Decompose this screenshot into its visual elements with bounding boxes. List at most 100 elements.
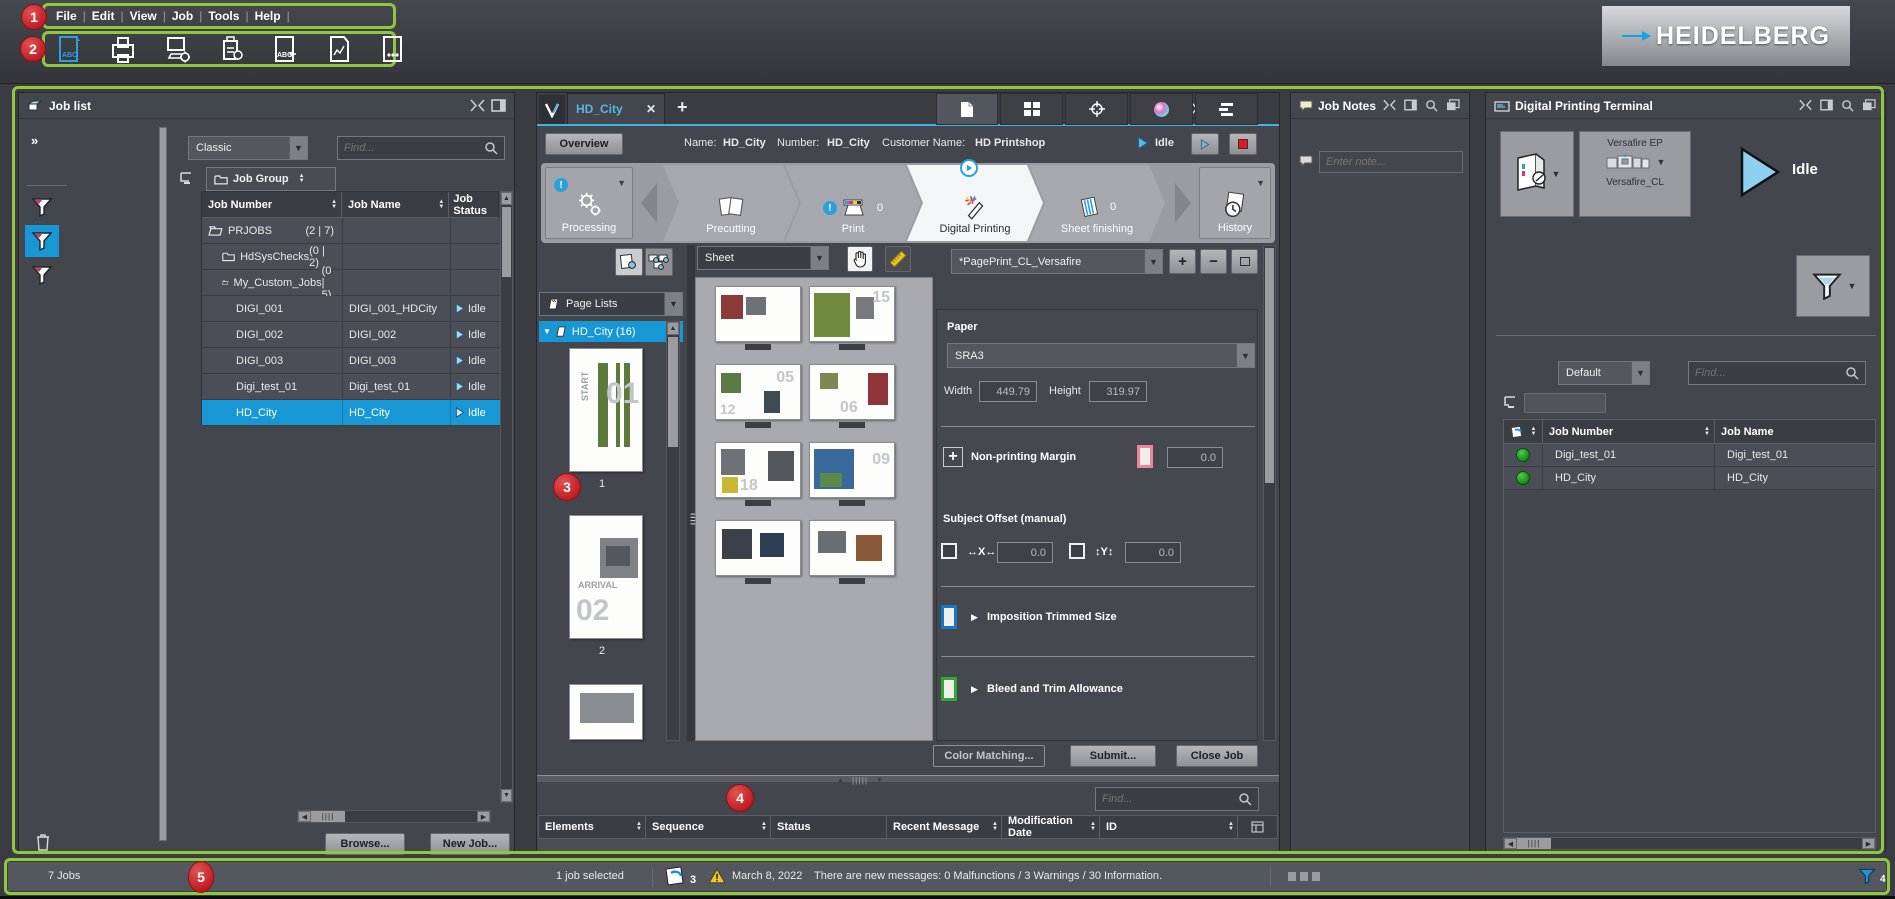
- col-elements[interactable]: Elements▲▼: [539, 816, 645, 838]
- job-row-digi-test-01[interactable]: Digi_test_01 Digi_test_01 Idle: [202, 374, 500, 400]
- tab-hd-city[interactable]: HD_City ✕: [567, 93, 665, 124]
- job-row-prjobs[interactable]: PRJOBS(2 | 7): [202, 218, 500, 244]
- device-settings-icon[interactable]: [218, 35, 244, 65]
- new-tab-button[interactable]: +: [677, 97, 688, 118]
- remove-preset-button[interactable]: −: [1200, 249, 1227, 274]
- margin-color-swatch[interactable]: [1137, 445, 1153, 468]
- terminal-row-digi-test-01[interactable]: Digi_test_01 Digi_test_01: [1504, 444, 1875, 467]
- filter-all-icon[interactable]: [30, 195, 54, 224]
- menu-job[interactable]: Job: [166, 9, 199, 23]
- terminal-row-hd-city[interactable]: HD_City HD_City: [1504, 467, 1875, 490]
- sheet-thumbnail[interactable]: 05 12: [715, 364, 801, 420]
- tab-paper-settings[interactable]: [936, 93, 998, 125]
- sheet-canvas[interactable]: 15 05 12 06 18: [695, 277, 933, 741]
- inspector-scrollbar[interactable]: [1263, 245, 1276, 741]
- terminal-find-input[interactable]: [1695, 367, 1845, 379]
- group-ghost-box[interactable]: [1524, 393, 1606, 413]
- terminal-find-box[interactable]: [1688, 361, 1866, 385]
- job-find-input[interactable]: [344, 142, 484, 154]
- enter-note-input[interactable]: [1326, 156, 1456, 168]
- workflow-sheet-finishing-step[interactable]: 0 Sheet finishing: [1029, 165, 1165, 241]
- workflow-print-step[interactable]: ! 0 Print: [785, 165, 921, 241]
- terminal-hscrollbar[interactable]: ◀ |||| ▶: [1503, 837, 1876, 850]
- workflow-scroll-right-icon[interactable]: [1175, 183, 1191, 223]
- single-page-view-button[interactable]: [615, 248, 643, 276]
- page-thumbnail-2[interactable]: 02 ARRIVAL: [569, 515, 643, 639]
- job-list-icon[interactable]: ABC: [56, 35, 82, 65]
- page-list-scrollbar[interactable]: ▲: [666, 321, 680, 741]
- page-thumbnail-3[interactable]: [569, 684, 643, 740]
- job-row-hd-city-selected[interactable]: HD_City HD_City Idle: [202, 400, 500, 426]
- close-job-button[interactable]: Close Job: [1176, 745, 1258, 767]
- offset-x-checkbox[interactable]: [941, 543, 957, 559]
- cascade-windows-icon[interactable]: [1446, 99, 1461, 112]
- job-table-hscrollbar[interactable]: ◀ |||| ▶: [297, 810, 491, 823]
- expand-sidebar-button[interactable]: »: [31, 133, 38, 148]
- col-job-name[interactable]: Job Name▲▼: [341, 192, 448, 217]
- collapse-panel-icon[interactable]: [1383, 99, 1398, 112]
- sheet-thumbnail[interactable]: 15: [809, 286, 895, 342]
- printer-queue-icon[interactable]: [110, 35, 136, 65]
- col-terminal-job-number[interactable]: Job Number▲▼: [1542, 420, 1714, 443]
- pan-hand-button[interactable]: [847, 246, 873, 272]
- report-document-icon[interactable]: [326, 35, 352, 65]
- preset-dropdown[interactable]: *PagePrint_CL_Versafire ▼: [951, 249, 1163, 274]
- add-preset-button[interactable]: +: [1169, 249, 1196, 274]
- browse-button[interactable]: Browse...: [325, 833, 405, 855]
- offset-y-field[interactable]: 0.0: [1125, 542, 1181, 563]
- menu-file[interactable]: File: [50, 9, 83, 23]
- margin-field[interactable]: 0.0: [1167, 447, 1223, 468]
- tab-color[interactable]: [1130, 93, 1193, 125]
- col-sequence[interactable]: Sequence▲▼: [645, 816, 770, 838]
- menu-help[interactable]: Help: [249, 9, 287, 23]
- multi-page-view-button[interactable]: [645, 248, 673, 276]
- imposition-trimmed-size-label[interactable]: Imposition Trimmed Size: [987, 611, 1117, 623]
- job-find-box[interactable]: [337, 136, 505, 160]
- new-job-button[interactable]: New Job...: [430, 833, 510, 855]
- detach-panel-icon[interactable]: [1404, 99, 1419, 112]
- page-thumbnail-1[interactable]: 01 START: [569, 348, 643, 472]
- workflow-processing-step[interactable]: ! ▼ Processing: [545, 167, 633, 239]
- view-mode-dropdown[interactable]: Classic▼: [188, 136, 308, 160]
- expander-icon[interactable]: ▶: [971, 684, 978, 695]
- measure-ruler-button[interactable]: [885, 246, 911, 272]
- stop-job-button[interactable]: [1229, 133, 1257, 155]
- sheet-thumbnail[interactable]: [715, 286, 801, 342]
- sheet-thumbnail[interactable]: 09: [809, 442, 895, 498]
- workflow-precutting-step[interactable]: Precutting: [663, 165, 799, 241]
- job-row-my-custom-j[interactable]: My_Custom_Jobs(0 | 5): [202, 270, 500, 296]
- elements-find-box[interactable]: [1095, 787, 1259, 811]
- sidebar-splitter[interactable]: [159, 127, 167, 841]
- height-field[interactable]: 319.97: [1089, 381, 1147, 402]
- job-row-digi-003[interactable]: DIGI_003 DIGI_003 Idle: [202, 348, 500, 374]
- color-matching-button[interactable]: Color Matching...: [933, 745, 1045, 767]
- start-job-button[interactable]: [1191, 133, 1219, 155]
- filter-other-icon[interactable]: [30, 263, 54, 292]
- menu-edit[interactable]: Edit: [86, 9, 121, 23]
- search-icon[interactable]: [1841, 99, 1856, 112]
- workflow-scroll-left-icon[interactable]: [641, 183, 657, 223]
- offset-x-field[interactable]: 0.0: [997, 542, 1053, 563]
- col-status[interactable]: Status: [770, 816, 886, 838]
- collapse-tree-icon[interactable]: [1503, 395, 1519, 414]
- detach-panel-icon[interactable]: [1820, 99, 1835, 112]
- table-settings-icon[interactable]: [1237, 816, 1277, 838]
- tab-marks[interactable]: [1065, 93, 1128, 125]
- expand-margin-button[interactable]: +: [943, 447, 963, 467]
- device-selector-button[interactable]: Versafire EP ▼ Versafire_CL: [1579, 131, 1691, 217]
- page-list-tree-item[interactable]: ▼ HD_City (16): [539, 321, 683, 342]
- sheet-thumbnail[interactable]: [715, 520, 801, 576]
- tab-output[interactable]: [1195, 93, 1258, 125]
- width-field[interactable]: 449.79: [979, 381, 1037, 402]
- filter-selected-icon[interactable]: [25, 225, 59, 257]
- search-icon[interactable]: [1425, 99, 1440, 112]
- col-job-status[interactable]: Job Status: [448, 192, 498, 217]
- collapse-panel-icon[interactable]: [470, 99, 485, 112]
- workflow-history-step[interactable]: ▼ History: [1199, 167, 1271, 239]
- overview-button[interactable]: Overview: [545, 133, 623, 155]
- tab-close-icon[interactable]: ✕: [646, 102, 656, 116]
- enter-note-box[interactable]: [1319, 151, 1463, 173]
- horizontal-splitter[interactable]: ▲|||||▼: [537, 775, 1279, 782]
- maximize-preset-button[interactable]: [1231, 249, 1258, 274]
- collapse-tree-icon[interactable]: [179, 171, 195, 190]
